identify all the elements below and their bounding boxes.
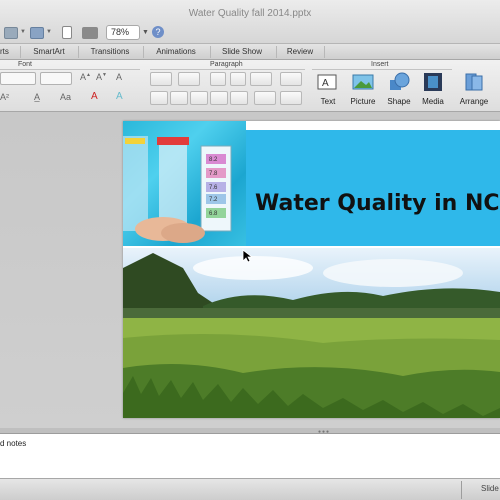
tab-divider	[324, 46, 325, 58]
tab-charts[interactable]: rts	[0, 45, 12, 60]
open-icon[interactable]	[4, 27, 18, 39]
chevron-down-icon[interactable]: ▼	[142, 29, 149, 36]
shrink-font-icon[interactable]: A▼	[96, 72, 107, 82]
bullets-button[interactable]	[150, 72, 172, 86]
line-spacing-button[interactable]	[250, 72, 272, 86]
align-center-button[interactable]	[170, 91, 188, 105]
insert-group-label: Insert	[371, 61, 389, 68]
font-size-field[interactable]	[40, 72, 72, 85]
tab-smartart[interactable]: SmartArt	[26, 45, 72, 60]
justify-button[interactable]	[210, 91, 228, 105]
test-value-3: 7.6	[209, 185, 218, 191]
test-value-1: 8.2	[209, 157, 218, 163]
picture-button[interactable]: Picture	[345, 72, 381, 106]
tab-divider	[78, 46, 79, 58]
status-divider	[461, 481, 462, 499]
text-direction-button[interactable]	[254, 91, 276, 105]
text-effects-icon[interactable]: A	[116, 91, 123, 102]
text-box-label: Text	[320, 97, 336, 106]
test-value-2: 7.8	[209, 171, 218, 177]
shape-icon	[387, 72, 411, 92]
outdent-button[interactable]	[210, 72, 226, 86]
paragraph-group-label: Paragraph	[210, 61, 243, 68]
tab-transitions[interactable]: Transitions	[84, 45, 136, 60]
paragraph-group-line	[150, 69, 305, 70]
shape-label: Shape	[387, 97, 411, 106]
water-test-photo[interactable]: 8.2 7.8 7.6 7.2 6.8	[123, 121, 246, 246]
tab-animations[interactable]: Animations	[150, 45, 202, 60]
save-icon[interactable]	[30, 27, 44, 39]
tab-divider	[276, 46, 277, 58]
font-group-label: Font	[18, 61, 33, 68]
title-banner	[246, 130, 500, 246]
notes-pane[interactable]: d notes	[0, 433, 500, 478]
superscript-icon[interactable]: A²	[0, 92, 9, 102]
arrange-icon	[462, 72, 486, 92]
picture-label: Picture	[350, 97, 376, 106]
font-name-field[interactable]	[0, 72, 36, 85]
text-box-icon: A	[316, 72, 340, 92]
distributed-button[interactable]	[230, 91, 248, 105]
window-title: Water Quality fall 2014.pptx	[188, 8, 312, 19]
font-group-line	[0, 69, 140, 70]
test-value-5: 6.8	[209, 211, 218, 217]
tab-review[interactable]: Review	[282, 45, 318, 60]
chevron-down-icon[interactable]: ▼	[20, 29, 26, 35]
tab-divider	[143, 46, 144, 58]
view-label[interactable]: Slide	[481, 484, 499, 493]
zoom-select[interactable]: 78%	[106, 25, 140, 40]
arrange-label: Arrange	[459, 97, 489, 106]
tab-slide-show[interactable]: Slide Show	[216, 45, 268, 60]
case-icon[interactable]: A̲	[34, 92, 40, 102]
align-text-button[interactable]	[280, 91, 302, 105]
media-icon	[421, 72, 445, 92]
arrange-button[interactable]: Arrange	[456, 72, 492, 106]
status-bar: Slide	[0, 478, 500, 500]
tab-divider	[210, 46, 211, 58]
ribbon-tabs: rts SmartArt Transitions Animations Slid…	[0, 44, 500, 60]
media-label: Media	[422, 97, 444, 106]
test-value-4: 7.2	[209, 197, 218, 203]
grow-font-icon[interactable]: A▲	[80, 72, 91, 82]
print-icon[interactable]	[82, 27, 98, 39]
text-box-button[interactable]: A Text	[310, 72, 346, 106]
notes-placeholder: d notes	[0, 439, 27, 448]
indent-button[interactable]	[230, 72, 246, 86]
page-icon[interactable]	[62, 26, 72, 39]
font-color-icon[interactable]: A	[91, 91, 98, 102]
picture-icon	[351, 72, 375, 92]
pond-photo[interactable]	[123, 248, 500, 418]
svg-text:A: A	[322, 78, 329, 89]
tab-divider	[20, 46, 21, 58]
slide-title[interactable]: Water Quality in NC	[255, 191, 500, 216]
slide-workspace: 8.2 7.8 7.6 7.2 6.8 Water Quality in NC	[0, 112, 500, 428]
numbering-button[interactable]	[178, 72, 200, 86]
title-bar: Water Quality fall 2014.pptx ▼ ▼ 78% ▼ ?	[0, 0, 500, 44]
align-left-button[interactable]	[150, 91, 168, 105]
slide-canvas[interactable]: 8.2 7.8 7.6 7.2 6.8 Water Quality in NC	[123, 121, 500, 418]
media-button[interactable]: Media	[415, 72, 451, 106]
highlight-icon[interactable]: Aa	[60, 92, 71, 102]
mouse-cursor-icon	[242, 249, 254, 268]
columns-button[interactable]	[280, 72, 302, 86]
clear-format-icon[interactable]: A	[116, 72, 122, 82]
help-icon[interactable]: ?	[152, 26, 164, 38]
align-right-button[interactable]	[190, 91, 208, 105]
shape-button[interactable]: Shape	[381, 72, 417, 106]
chevron-down-icon[interactable]: ▼	[46, 29, 52, 35]
insert-group-line	[312, 69, 452, 70]
ribbon: Font Paragraph Insert A▲ A▼ A A² A̲ Aa A…	[0, 60, 500, 112]
